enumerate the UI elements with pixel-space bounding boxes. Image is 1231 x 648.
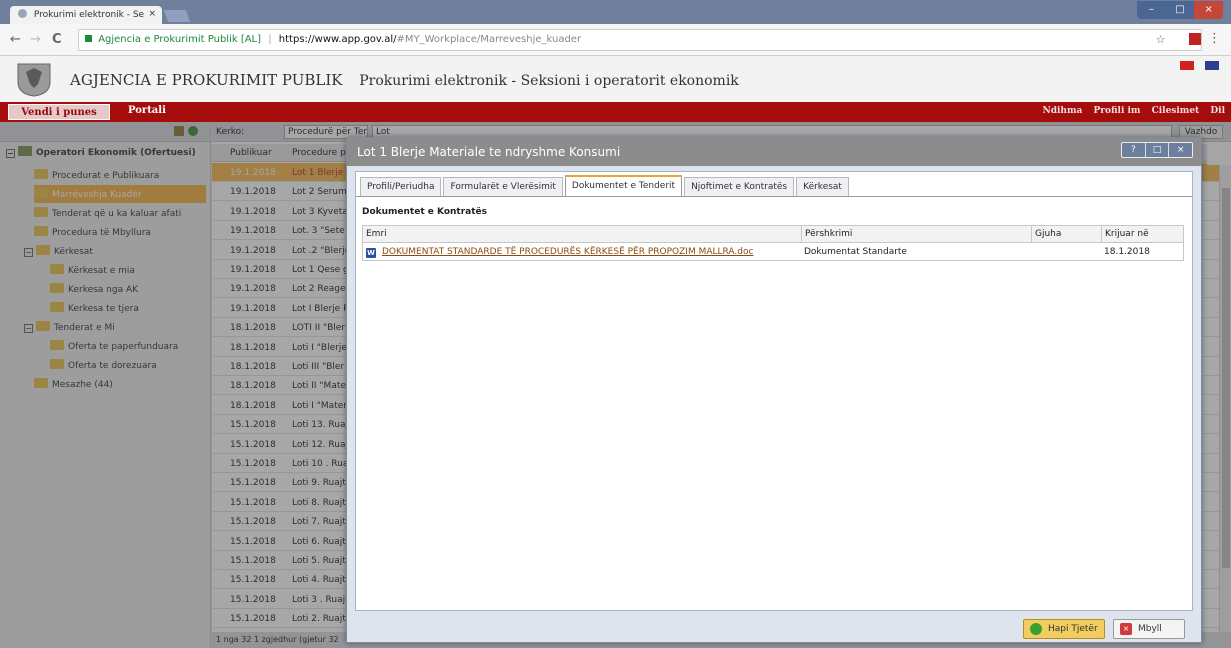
language-switcher bbox=[1179, 61, 1219, 73]
column-created[interactable]: Krijuar në bbox=[1101, 226, 1149, 242]
url-field[interactable]: Agjencia e Prokurimit Publik [AL] | http… bbox=[78, 29, 1202, 51]
english-flag-icon[interactable] bbox=[1205, 61, 1219, 70]
documents-table-header: Emri Përshkrimi Gjuha Krijuar në bbox=[363, 226, 1183, 243]
tab-contract-notices[interactable]: Njoftimet e Kontratës bbox=[684, 177, 795, 197]
document-download-link[interactable]: DOKUMENTAT STANDARDE TË PROCEDURËS KËRKE… bbox=[382, 247, 753, 257]
word-document-icon: W bbox=[366, 248, 376, 258]
tab-tender-documents[interactable]: Dokumentet e Tenderit bbox=[564, 175, 683, 197]
globe-icon bbox=[18, 9, 27, 18]
back-icon[interactable]: ← bbox=[10, 32, 21, 47]
window-controls: – □ × bbox=[1137, 1, 1224, 19]
dialog-tabs: Profili/Periudha Formularët e Vlerësimit… bbox=[360, 175, 851, 197]
tab-evaluation-forms[interactable]: Formularët e Vlerësimit bbox=[443, 177, 563, 197]
nav-profile[interactable]: Profili im bbox=[1093, 106, 1140, 116]
pdf-extension-icon[interactable] bbox=[1189, 33, 1201, 45]
close-x-icon: × bbox=[1120, 623, 1132, 635]
close-button[interactable]: × Mbyll bbox=[1113, 619, 1185, 639]
dialog-help-icon[interactable]: ? bbox=[1122, 143, 1146, 157]
minimize-icon[interactable]: – bbox=[1137, 1, 1166, 19]
forward-icon[interactable]: → bbox=[30, 32, 41, 47]
lot-details-dialog: Lot 1 Blerje Materiale te ndryshme Konsu… bbox=[346, 137, 1202, 643]
dialog-footer: Hapi Tjetër × Mbyll bbox=[347, 614, 1201, 642]
browser-tab[interactable]: Prokurimi elektronik - Se × bbox=[10, 6, 162, 24]
dialog-close-icon[interactable]: × bbox=[1169, 143, 1192, 157]
app-subtitle: Prokurimi elektronik - Seksioni i operat… bbox=[359, 73, 739, 89]
dialog-titlebar[interactable]: Lot 1 Blerje Materiale te ndryshme Konsu… bbox=[347, 138, 1201, 166]
dialog-controls: ? □ × bbox=[1121, 142, 1193, 158]
next-step-label: Hapi Tjetër bbox=[1048, 624, 1098, 634]
column-description[interactable]: Përshkrimi bbox=[801, 226, 852, 242]
next-step-button[interactable]: Hapi Tjetër bbox=[1023, 619, 1105, 639]
maximize-icon[interactable]: □ bbox=[1166, 1, 1195, 19]
reload-icon[interactable]: C bbox=[52, 32, 62, 47]
albanian-flag-icon[interactable] bbox=[1179, 61, 1194, 70]
browser-tab-title: Prokurimi elektronik - Se bbox=[33, 10, 145, 20]
lock-icon bbox=[85, 35, 92, 42]
url-host: https://www.app.gov.al/ bbox=[278, 34, 397, 45]
close-window-icon[interactable]: × bbox=[1194, 1, 1224, 19]
main-nav: Vendi i punes Portali Ndihma Profili im … bbox=[0, 102, 1231, 122]
coat-of-arms-logo bbox=[17, 63, 51, 97]
url-separator: | bbox=[268, 34, 272, 45]
tab-divider bbox=[356, 196, 1192, 197]
column-language[interactable]: Gjuha bbox=[1031, 226, 1061, 242]
browser-menu-icon[interactable]: ⋮ bbox=[1208, 31, 1221, 46]
secure-origin-label: Agjencia e Prokurimit Publik [AL] bbox=[98, 34, 262, 45]
nav-settings[interactable]: Cilesimet bbox=[1152, 106, 1200, 116]
tab-requests[interactable]: Kërkesat bbox=[796, 177, 849, 197]
nav-help[interactable]: Ndihma bbox=[1042, 106, 1082, 116]
document-name-cell: W DOKUMENTAT STANDARDE TË PROCEDURËS KËRK… bbox=[366, 247, 753, 258]
extension-icons: ☆ bbox=[1156, 33, 1201, 46]
document-description: Dokumentat Standarte bbox=[804, 247, 907, 257]
nav-logout[interactable]: Dil bbox=[1210, 106, 1225, 116]
documents-table: Emri Përshkrimi Gjuha Krijuar në W DOKUME… bbox=[362, 225, 1184, 261]
browser-titlebar: Prokurimi elektronik - Se × – □ × bbox=[0, 0, 1231, 24]
new-tab-button[interactable] bbox=[163, 10, 191, 22]
dialog-body: Profili/Periudha Formularët e Vlerësimit… bbox=[355, 171, 1193, 611]
close-label: Mbyll bbox=[1138, 624, 1162, 634]
section-title: Dokumentet e Kontratës bbox=[362, 207, 487, 217]
background-panel-edge bbox=[1207, 143, 1231, 165]
next-arrow-icon bbox=[1030, 623, 1042, 635]
document-created: 18.1.2018 bbox=[1104, 247, 1150, 257]
nav-user-menu: Ndihma Profili im Cilesimet Dil bbox=[1034, 106, 1225, 116]
agency-name: AGJENCIA E PROKURIMIT PUBLIK bbox=[70, 71, 343, 89]
nav-workplace[interactable]: Vendi i punes bbox=[8, 104, 110, 120]
app-header: AGJENCIA E PROKURIMIT PUBLIK Prokurimi e… bbox=[0, 56, 1231, 102]
url-path: #MY_Workplace/Marreveshje_kuader bbox=[396, 34, 582, 45]
dialog-maximize-icon[interactable]: □ bbox=[1146, 143, 1170, 157]
address-bar-row: ← → C Agjencia e Prokurimit Publik [AL] … bbox=[0, 24, 1231, 56]
column-name[interactable]: Emri bbox=[363, 226, 387, 242]
nav-portal[interactable]: Portali bbox=[128, 105, 166, 116]
dialog-title: Lot 1 Blerje Materiale te ndryshme Konsu… bbox=[357, 145, 621, 159]
document-row[interactable]: W DOKUMENTAT STANDARDE TË PROCEDURËS KËRK… bbox=[363, 243, 1183, 260]
bookmark-star-icon[interactable]: ☆ bbox=[1156, 33, 1176, 46]
tab-profile-period[interactable]: Profili/Periudha bbox=[360, 177, 442, 197]
app-title: AGJENCIA E PROKURIMIT PUBLIK Prokurimi e… bbox=[70, 71, 739, 89]
close-tab-icon[interactable]: × bbox=[148, 9, 156, 19]
